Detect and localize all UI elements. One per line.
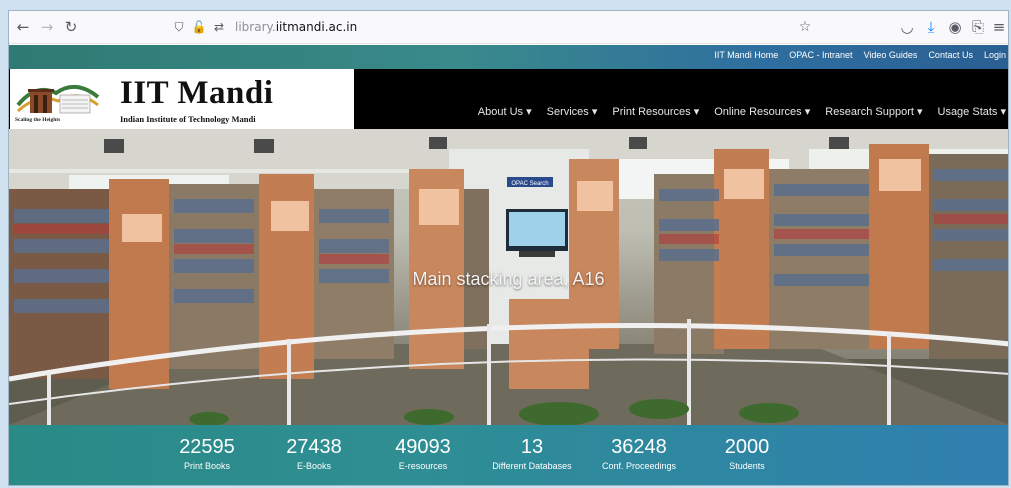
downloads-icon[interactable]: ⤓ — [921, 17, 941, 37]
site-subtitle: Indian Institute of Technology Mandi — [120, 114, 256, 124]
stat-label: E-resources — [398, 461, 448, 471]
stat-e-resources: 49093 E-resources — [373, 435, 473, 473]
stat-databases: 13 Different Databases — [477, 435, 587, 473]
forward-icon[interactable]: → — [37, 17, 57, 37]
nav-online-resources[interactable]: Online Resources ▾ — [714, 105, 810, 118]
link-contact-us[interactable]: Contact Us — [928, 50, 973, 60]
nav-services[interactable]: Services ▾ — [547, 105, 598, 118]
stat-label: Print Books — [183, 461, 231, 471]
top-link-bar: IIT Mandi Home OPAC - Intranet Video Gui… — [9, 45, 1008, 69]
stat-value: 22595 — [179, 436, 235, 458]
extensions-icon[interactable]: ⎘ — [968, 17, 988, 37]
pocket-icon[interactable]: ◡ — [897, 17, 917, 37]
browser-toolbar: ← → ↻ ⛉ 🔓 ⇄ library.iitmandi.ac.in ☆ ◡ ⤓… — [9, 11, 1008, 44]
monitor-sign: OPAC Search — [511, 181, 548, 187]
menu-icon[interactable]: ≡ — [989, 17, 1008, 37]
hero-caption: Main stacking area, A16 — [412, 269, 605, 289]
link-opac-intranet[interactable]: OPAC - Intranet — [789, 50, 852, 60]
stat-value: 27438 — [286, 436, 342, 458]
iit-mandi-logo[interactable] — [16, 75, 100, 121]
lock-icon[interactable]: 🔓 — [191, 18, 207, 36]
url-text[interactable]: library.iitmandi.ac.in — [235, 20, 357, 34]
main-nav: About Us ▾ Services ▾ Print Resources ▾ … — [478, 105, 1006, 118]
nav-print-resources[interactable]: Print Resources ▾ — [612, 105, 699, 118]
stat-print-books: 22595 Print Books — [157, 435, 257, 473]
logo-tagline: Scaling the Heights — [15, 117, 61, 123]
back-icon[interactable]: ← — [13, 17, 33, 37]
logo-area[interactable]: Scaling the Heights IIT Mandi Indian Ins… — [10, 69, 354, 129]
site-header: Scaling the Heights IIT Mandi Indian Ins… — [9, 69, 1008, 129]
bookmark-star-icon[interactable]: ☆ — [797, 18, 813, 36]
stat-value: 2000 — [724, 436, 770, 458]
stat-label: Conf. Proceedings — [601, 461, 677, 471]
stat-value: 49093 — [395, 436, 451, 458]
stat-students: 2000 Students — [697, 435, 797, 473]
shield-icon[interactable]: ⛉ — [171, 18, 187, 36]
nav-about-us[interactable]: About Us ▾ — [478, 105, 532, 118]
nav-usage-stats[interactable]: Usage Stats ▾ — [938, 105, 1007, 118]
stat-value: 36248 — [611, 436, 667, 458]
site-title[interactable]: IIT Mandi — [120, 75, 273, 112]
address-bar[interactable]: ⛉ 🔓 ⇄ library.iitmandi.ac.in ☆ — [171, 15, 811, 40]
link-login[interactable]: Login — [984, 50, 1006, 60]
stat-e-books: 27438 E-Books — [264, 435, 364, 473]
reload-icon[interactable]: ↻ — [61, 17, 81, 37]
stats-strip: 22595 Print Books 27438 E-Books 49093 E-… — [9, 425, 1008, 485]
link-iit-mandi-home[interactable]: IIT Mandi Home — [714, 50, 778, 60]
account-icon[interactable]: ◉ — [945, 17, 965, 37]
stat-label: E-Books — [296, 461, 331, 471]
permissions-icon[interactable]: ⇄ — [211, 18, 227, 36]
nav-research-support[interactable]: Research Support ▾ — [825, 105, 922, 118]
stat-label: Different Databases — [492, 461, 572, 471]
stat-value: 13 — [520, 436, 544, 458]
hero-slider[interactable]: OPAC Search Main stacking area, A16 — [9, 129, 1008, 425]
stat-conf-proceedings: 36248 Conf. Proceedings — [587, 435, 691, 473]
browser-window: ← → ↻ ⛉ 🔓 ⇄ library.iitmandi.ac.in ☆ ◡ ⤓… — [8, 10, 1009, 486]
link-video-guides[interactable]: Video Guides — [864, 50, 918, 60]
stat-label: Students — [729, 461, 765, 471]
